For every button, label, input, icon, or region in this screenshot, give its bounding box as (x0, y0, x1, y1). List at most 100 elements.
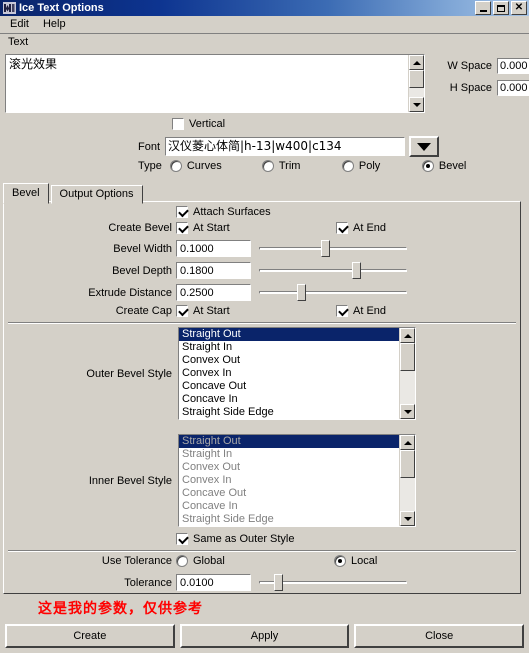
scroll-track[interactable] (400, 343, 415, 404)
slider-thumb[interactable] (273, 574, 283, 591)
list-item[interactable]: Straight Out (179, 328, 399, 341)
create-cap-label: Create Cap (115, 305, 172, 317)
create-bevel-at-start[interactable]: At Start (176, 222, 336, 234)
window-titlebar[interactable]: Ice Text Options ✕ (0, 0, 529, 16)
outer-bevel-style-items[interactable]: Straight Out Straight In Convex Out Conv… (179, 328, 399, 419)
vertical-checkbox-row[interactable]: Vertical (172, 118, 225, 130)
minimize-button[interactable] (475, 1, 491, 15)
tab-output-options[interactable]: Output Options (50, 185, 143, 204)
window-title: Ice Text Options (19, 2, 104, 14)
scroll-track[interactable] (400, 450, 415, 511)
create-button[interactable]: Create (5, 623, 175, 648)
list-item[interactable]: Convex In (179, 367, 399, 380)
text-input-area[interactable]: 滚光效果 (5, 54, 425, 113)
scroll-down-button[interactable] (400, 404, 415, 419)
close-button[interactable]: ✕ (511, 1, 527, 15)
list-item[interactable]: Concave Out (179, 380, 399, 393)
radio-poly[interactable] (341, 160, 354, 172)
bevel-width-slider[interactable] (259, 240, 407, 257)
bevel-width-row: Bevel Width 0.1000 (82, 240, 407, 257)
slider-thumb[interactable] (321, 240, 331, 257)
list-item[interactable]: Straight In (179, 341, 399, 354)
radio-global[interactable] (176, 555, 188, 567)
arrow-up-icon (412, 60, 421, 65)
font-input[interactable]: 汉仪菱心体简|h-13|w400|c134 (165, 137, 406, 156)
scroll-down-button[interactable] (400, 511, 415, 526)
apply-button[interactable]: Apply (179, 623, 350, 648)
same-as-outer-checkbox[interactable] (176, 533, 188, 545)
attach-surfaces-row[interactable]: Attach Surfaces (176, 206, 271, 218)
scroll-thumb[interactable] (400, 343, 415, 371)
list-item[interactable]: Convex Out (179, 461, 399, 474)
create-bevel-at-end-checkbox[interactable] (336, 222, 348, 234)
scroll-up-button[interactable] (409, 55, 424, 70)
tolerance-option-local[interactable]: Local (334, 555, 377, 567)
same-as-outer-row[interactable]: Same as Outer Style (176, 533, 295, 545)
scroll-up-button[interactable] (400, 328, 415, 343)
list-item[interactable]: Concave In (179, 393, 399, 406)
menu-item-edit[interactable]: Edit (4, 17, 37, 32)
tolerance-input[interactable]: 0.0100 (176, 574, 251, 591)
create-cap-at-end[interactable]: At End (336, 305, 386, 317)
list-item[interactable]: Straight Side Edge (179, 406, 399, 419)
inner-bevel-style-listbox[interactable]: Straight Out Straight In Convex Out Conv… (178, 434, 416, 527)
w-space-input[interactable]: 0.000 (497, 58, 529, 74)
list-item[interactable]: Convex In (179, 474, 399, 487)
arrow-up-icon (403, 440, 412, 445)
type-option-poly[interactable]: Poly (341, 160, 422, 172)
attach-surfaces-checkbox[interactable] (176, 206, 188, 218)
close-dialog-button[interactable]: Close (354, 623, 525, 648)
type-option-curves-label: Curves (186, 160, 222, 172)
create-bevel-at-start-checkbox[interactable] (176, 222, 188, 234)
slider-thumb[interactable] (297, 284, 307, 301)
create-bevel-at-end[interactable]: At End (336, 222, 386, 234)
separator-tolerance (8, 550, 516, 552)
radio-local[interactable] (334, 555, 346, 567)
list-item[interactable]: Convex Out (179, 354, 399, 367)
list-item[interactable]: Concave In (179, 500, 399, 513)
scroll-thumb[interactable] (409, 70, 424, 88)
create-cap-at-end-checkbox[interactable] (336, 305, 348, 317)
menu-item-help[interactable]: Help (37, 17, 74, 32)
radio-bevel[interactable] (421, 160, 434, 172)
type-option-bevel[interactable]: Bevel (421, 160, 466, 172)
maximize-button[interactable] (493, 1, 509, 15)
radio-trim[interactable] (261, 160, 274, 172)
tolerance-option-global-label: Global (193, 555, 225, 567)
bevel-depth-input[interactable]: 0.1800 (176, 262, 251, 279)
font-dropdown-button[interactable] (409, 136, 440, 157)
bevel-width-input[interactable]: 0.1000 (176, 240, 251, 257)
tab-bevel[interactable]: Bevel (3, 183, 49, 204)
inner-bevel-style-items[interactable]: Straight Out Straight In Convex Out Conv… (179, 435, 399, 526)
scroll-track[interactable] (409, 70, 424, 97)
text-scrollbar[interactable] (408, 55, 424, 112)
type-option-curves[interactable]: Curves (169, 160, 262, 172)
list-item[interactable]: Straight In (179, 448, 399, 461)
outer-list-scrollbar[interactable] (399, 328, 415, 419)
create-cap-at-start[interactable]: At Start (176, 305, 336, 317)
tolerance-slider[interactable] (259, 574, 407, 591)
vertical-checkbox[interactable] (172, 118, 184, 130)
create-cap-at-start-checkbox[interactable] (176, 305, 188, 317)
scroll-thumb[interactable] (400, 450, 415, 478)
bevel-depth-slider[interactable] (259, 262, 407, 279)
scroll-up-button[interactable] (400, 435, 415, 450)
scroll-down-button[interactable] (409, 97, 424, 112)
create-cap-row: Create Cap At Start At End (82, 305, 512, 317)
type-radio-row: Type Curves Trim Poly Bevel (138, 160, 528, 172)
list-item[interactable]: Concave Out (179, 487, 399, 500)
slider-thumb[interactable] (352, 262, 362, 279)
radio-curves[interactable] (169, 160, 182, 172)
bevel-width-label: Bevel Width (113, 242, 172, 255)
type-option-trim[interactable]: Trim (261, 160, 342, 172)
h-space-row: H Space 0.000 (430, 80, 529, 96)
outer-bevel-style-listbox[interactable]: Straight Out Straight In Convex Out Conv… (178, 327, 416, 420)
extrude-distance-input[interactable]: 0.2500 (176, 284, 251, 301)
list-item[interactable]: Straight Out (179, 435, 399, 448)
list-item[interactable]: Straight Side Edge (179, 513, 399, 526)
extrude-distance-slider[interactable] (259, 284, 407, 301)
text-input[interactable]: 滚光效果 (6, 55, 408, 112)
inner-list-scrollbar[interactable] (399, 435, 415, 526)
tolerance-option-global[interactable]: Global (176, 555, 334, 567)
h-space-input[interactable]: 0.000 (497, 80, 529, 96)
